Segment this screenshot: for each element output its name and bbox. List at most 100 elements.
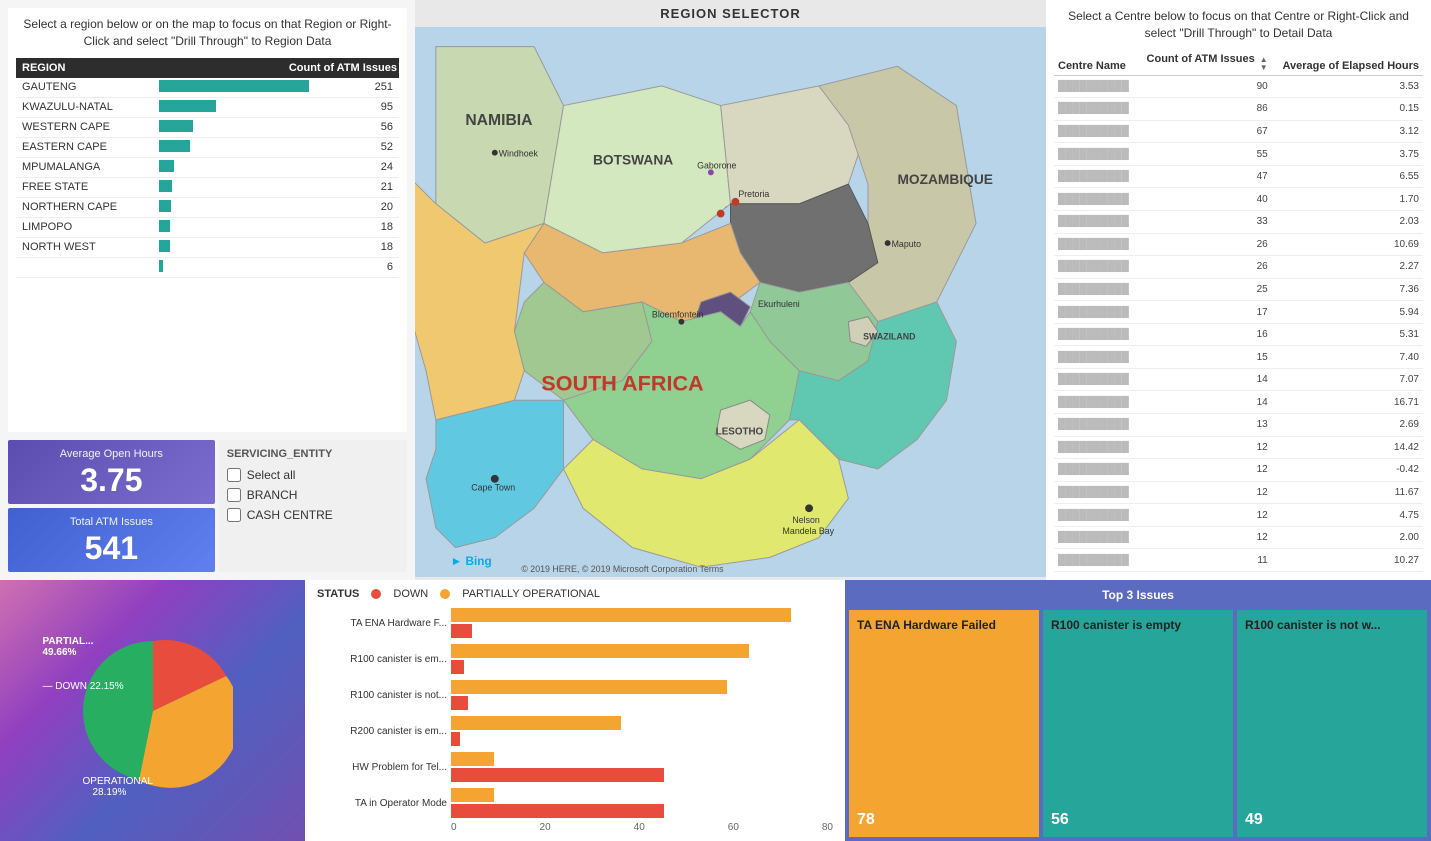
se-checkbox-item[interactable]: Select all: [227, 468, 399, 482]
map-container[interactable]: NAMIBIA BOTSWANA MOZAMBIQUE: [415, 27, 1046, 577]
centre-count: 47: [1137, 165, 1272, 188]
centre-avg: 11.67: [1272, 481, 1423, 504]
total-atm-value: 541: [16, 532, 207, 564]
svg-text:·: ·: [725, 203, 728, 212]
se-checkbox[interactable]: [227, 488, 241, 502]
table-row[interactable]: ██████████ 86 0.15: [1054, 98, 1423, 121]
red-bar: [451, 768, 664, 782]
centre-count: 13: [1137, 414, 1272, 437]
table-row[interactable]: 6: [16, 257, 399, 277]
centre-count: 33: [1137, 210, 1272, 233]
table-row[interactable]: ██████████ 12 4.75: [1054, 504, 1423, 527]
table-row[interactable]: ██████████ 12 14.42: [1054, 436, 1423, 459]
red-bar: [451, 804, 664, 818]
top3-card-title: R100 canister is not w...: [1245, 618, 1419, 632]
pie-partial-label: PARTIAL...: [43, 636, 94, 647]
top3-card[interactable]: R100 canister is empty 56: [1043, 610, 1233, 837]
chart-row: R200 canister is em...: [317, 716, 833, 746]
table-row[interactable]: ██████████ 25 7.36: [1054, 278, 1423, 301]
table-row[interactable]: NORTHERN CAPE 20: [16, 197, 399, 217]
status-legend: STATUS DOWN PARTIALLY OPERATIONAL: [317, 588, 833, 600]
region-bar: [153, 197, 360, 217]
center-map-panel: REGION SELECTOR NAMIBIA BOTSWANA: [415, 0, 1046, 580]
region-count: 18: [360, 217, 399, 237]
svg-text:Windhoek: Windhoek: [499, 149, 539, 159]
table-row[interactable]: ██████████ 40 1.70: [1054, 188, 1423, 211]
centre-count: 14: [1137, 368, 1272, 391]
centre-name: ██████████: [1054, 414, 1137, 437]
centre-name-header: Centre Name: [1054, 50, 1137, 76]
count-atm-header[interactable]: Count of ATM Issues ▲▼: [1137, 50, 1272, 76]
top3-card[interactable]: TA ENA Hardware Failed 78: [849, 610, 1039, 837]
table-row[interactable]: GAUTENG 251: [16, 78, 399, 98]
bottom-right-top3: Top 3 Issues TA ENA Hardware Failed 78 R…: [845, 580, 1431, 841]
centre-count: 40: [1137, 188, 1272, 211]
centre-name: ██████████: [1054, 165, 1137, 188]
table-row[interactable]: ██████████ 47 6.55: [1054, 165, 1423, 188]
table-row[interactable]: ██████████ 14 16.71: [1054, 391, 1423, 414]
centre-avg: 3.12: [1272, 120, 1423, 143]
svg-text:Nelson: Nelson: [792, 515, 820, 525]
region-name: KWAZULU-NATAL: [16, 97, 153, 117]
table-row[interactable]: ██████████ 26 10.69: [1054, 233, 1423, 256]
table-row[interactable]: ██████████ 12 2.00: [1054, 526, 1423, 549]
table-row[interactable]: ██████████ 15 7.40: [1054, 346, 1423, 369]
total-atm-box: Total ATM Issues 541: [8, 508, 215, 572]
region-bar: [153, 117, 360, 137]
region-bar: [153, 217, 360, 237]
orange-bar: [451, 788, 494, 802]
centre-name: ██████████: [1054, 549, 1137, 572]
table-row[interactable]: ██████████ 33 2.03: [1054, 210, 1423, 233]
pie-down-line: — DOWN 22.15%: [43, 681, 124, 692]
table-row[interactable]: EASTERN CAPE 52: [16, 137, 399, 157]
top3-card[interactable]: R100 canister is not w... 49: [1237, 610, 1427, 837]
table-row[interactable]: ██████████ 90 3.53: [1054, 75, 1423, 98]
table-row[interactable]: ██████████ 12 11.67: [1054, 481, 1423, 504]
table-row[interactable]: ██████████ 16 5.31: [1054, 323, 1423, 346]
table-row[interactable]: ██████████ 67 3.12: [1054, 120, 1423, 143]
x-axis-label: 60: [728, 822, 739, 833]
table-row[interactable]: FREE STATE 21: [16, 177, 399, 197]
sort-icon[interactable]: ▲▼: [1260, 56, 1268, 72]
table-row[interactable]: WESTERN CAPE 56: [16, 117, 399, 137]
se-checkbox-item[interactable]: BRANCH: [227, 488, 399, 502]
table-row[interactable]: ██████████ 26 2.27: [1054, 256, 1423, 279]
x-axis-label: 0: [451, 822, 457, 833]
table-row[interactable]: LIMPOPO 18: [16, 217, 399, 237]
avg-open-hours-value: 3.75: [16, 464, 207, 496]
x-axis-label: 20: [540, 822, 551, 833]
top3-card-value: 49: [1245, 811, 1263, 829]
centre-avg: 7.36: [1272, 278, 1423, 301]
region-count: 24: [360, 157, 399, 177]
centre-table[interactable]: Centre Name Count of ATM Issues ▲▼ Avera…: [1054, 50, 1423, 572]
chart-label: TA ENA Hardware F...: [317, 618, 447, 629]
centre-count: 11: [1137, 549, 1272, 572]
table-row[interactable]: KWAZULU-NATAL 95: [16, 97, 399, 117]
chart-label: TA in Operator Mode: [317, 798, 447, 809]
orange-bar: [451, 680, 727, 694]
se-checkbox-item[interactable]: CASH CENTRE: [227, 508, 399, 522]
centre-avg: 3.53: [1272, 75, 1423, 98]
table-row[interactable]: ██████████ 13 2.69: [1054, 414, 1423, 437]
svg-text:LESOTHO: LESOTHO: [716, 427, 764, 438]
table-row[interactable]: ██████████ 12 -0.42: [1054, 459, 1423, 482]
bottom-row: PARTIAL... 49.66% — DOWN 22.15% OPERATIO…: [0, 580, 1431, 811]
centre-name: ██████████: [1054, 459, 1137, 482]
pie-operational-pct: 28.19%: [93, 787, 127, 798]
table-row[interactable]: ██████████ 55 3.75: [1054, 143, 1423, 166]
region-name: GAUTENG: [16, 78, 153, 98]
region-name: [16, 257, 153, 277]
centre-avg: 1.70: [1272, 188, 1423, 211]
centre-name: ██████████: [1054, 120, 1137, 143]
svg-text:Mandela Bay: Mandela Bay: [783, 526, 835, 536]
region-name: LIMPOPO: [16, 217, 153, 237]
table-row[interactable]: ██████████ 17 5.94: [1054, 301, 1423, 324]
se-checkbox[interactable]: [227, 508, 241, 522]
se-checkbox[interactable]: [227, 468, 241, 482]
avg-elapsed-header: Average of Elapsed Hours: [1272, 50, 1423, 76]
table-row[interactable]: ██████████ 14 7.07: [1054, 368, 1423, 391]
table-row[interactable]: ██████████ 11 10.27: [1054, 549, 1423, 572]
table-row[interactable]: NORTH WEST 18: [16, 237, 399, 257]
bottom-left-pie: PARTIAL... 49.66% — DOWN 22.15% OPERATIO…: [0, 580, 305, 841]
table-row[interactable]: MPUMALANGA 24: [16, 157, 399, 177]
